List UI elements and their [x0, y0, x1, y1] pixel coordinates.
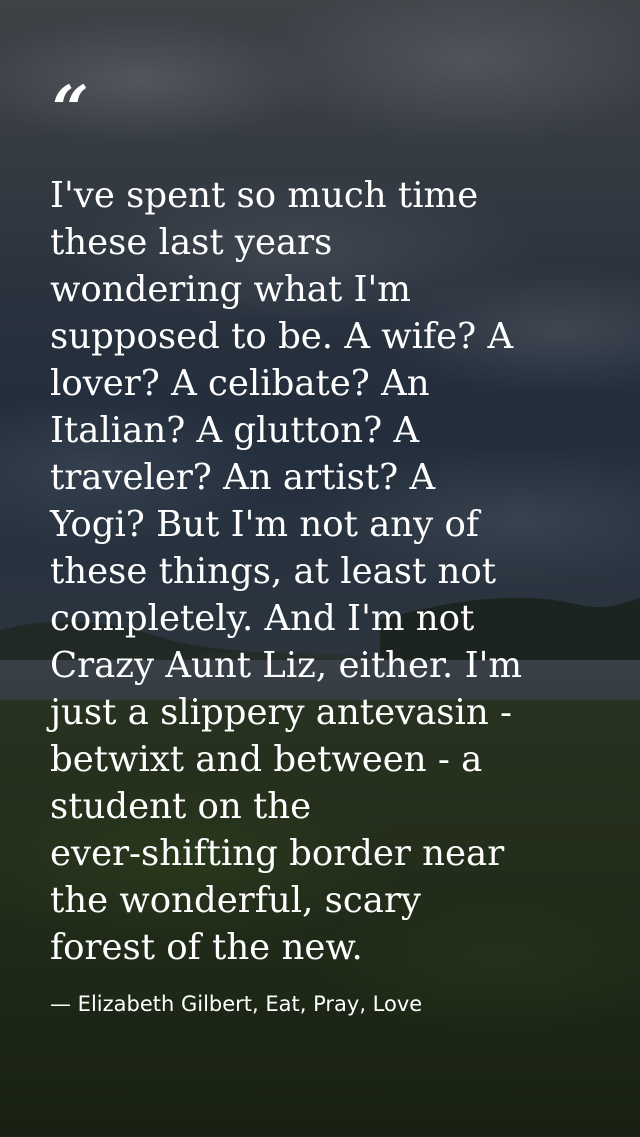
quote-attribution: — Elizabeth Gilbert, Eat, Pray, Love	[50, 992, 423, 1016]
quote-card: “ I've spent so much time these last yea…	[0, 0, 640, 1137]
quotation-mark-icon: “	[52, 72, 89, 147]
quote-text: I've spent so much time these last years…	[50, 175, 523, 968]
